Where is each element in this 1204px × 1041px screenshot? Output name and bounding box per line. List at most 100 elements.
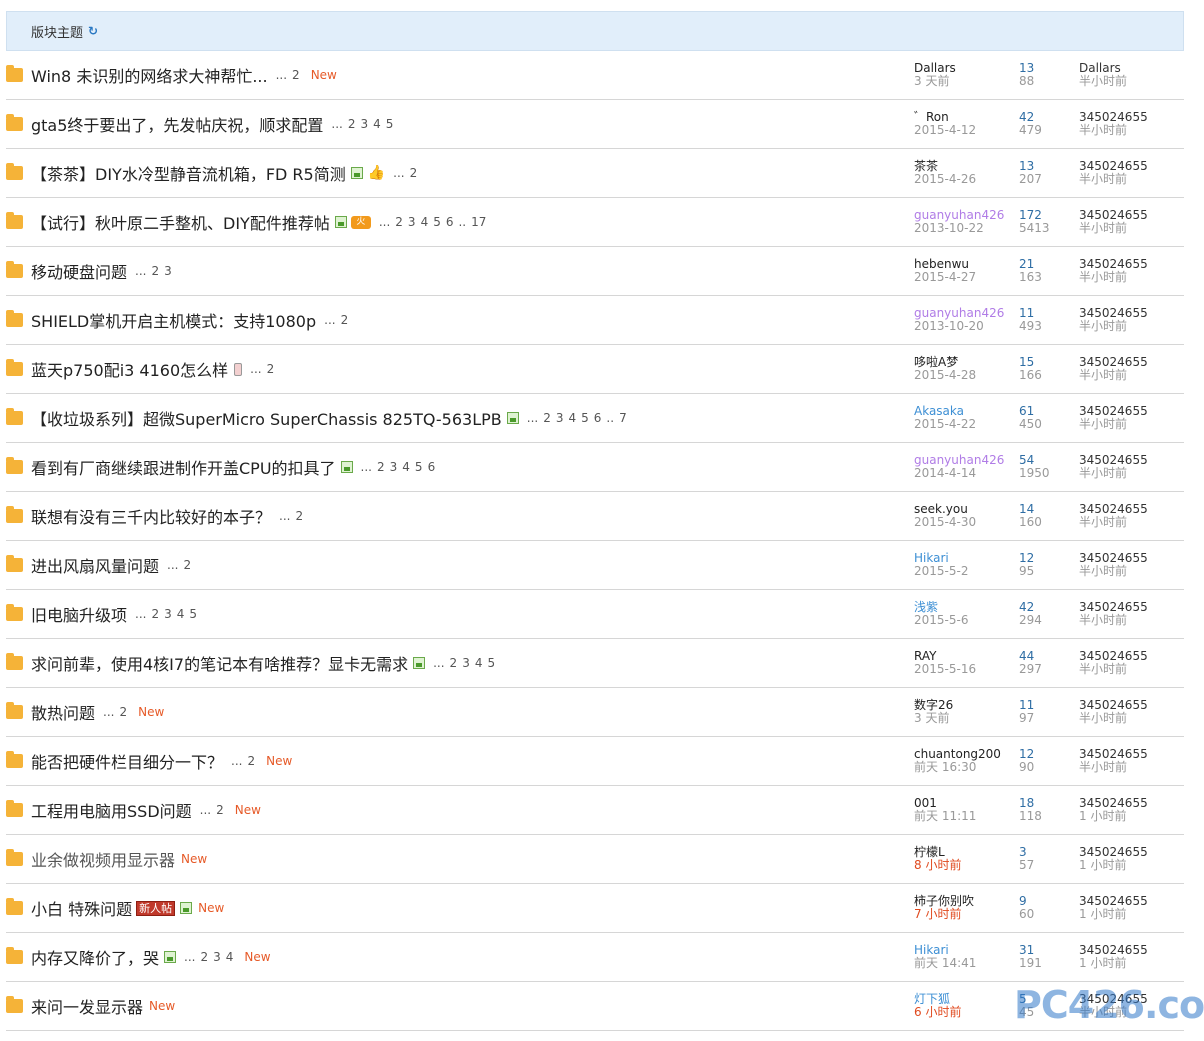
page-link[interactable]: 4 bbox=[475, 656, 483, 670]
last-post-time[interactable]: 1 小时前 bbox=[1079, 957, 1148, 970]
last-post-time[interactable]: 1 小时前 bbox=[1079, 908, 1148, 921]
thread-title-link[interactable]: 业余做视频用显示器 bbox=[31, 847, 175, 871]
page-link[interactable]: 7 bbox=[619, 411, 627, 425]
page-link[interactable]: 5 bbox=[581, 411, 589, 425]
page-link[interactable]: 3 bbox=[164, 607, 172, 621]
page-link[interactable]: 2 bbox=[395, 215, 403, 229]
page-link[interactable]: 4 bbox=[177, 607, 185, 621]
page-link[interactable]: 2 bbox=[267, 362, 275, 376]
last-post-time[interactable]: 半小时前 bbox=[1079, 271, 1148, 284]
page-link[interactable]: 2 bbox=[410, 166, 418, 180]
count-cell: 172 5413 bbox=[1019, 209, 1050, 235]
count-cell: 13 88 bbox=[1019, 62, 1034, 88]
thread-title-link[interactable]: 移动硬盘问题 bbox=[31, 259, 127, 283]
page-link[interactable]: 3 bbox=[390, 460, 398, 474]
refresh-icon[interactable]: ↻ bbox=[88, 24, 98, 38]
last-post-time[interactable]: 半小时前 bbox=[1079, 467, 1148, 480]
last-post-time[interactable]: 半小时前 bbox=[1079, 369, 1148, 382]
page-links: ... 2 3 bbox=[135, 264, 177, 278]
thread-title-link[interactable]: 旧电脑升级项 bbox=[31, 602, 127, 626]
thread-title-link[interactable]: 进出风扇风量问题 bbox=[31, 553, 159, 577]
last-post-time[interactable]: 半小时前 bbox=[1079, 663, 1148, 676]
page-link[interactable]: 4 bbox=[373, 117, 381, 131]
page-link[interactable]: 2 bbox=[543, 411, 551, 425]
thread-title-link[interactable]: 能否把硬件栏目细分一下？ bbox=[31, 749, 223, 773]
thread-title-link[interactable]: 蓝天p750配i3 4160怎么样 bbox=[31, 357, 228, 381]
post-date: 3 天前 bbox=[914, 711, 950, 725]
thread-title-link[interactable]: 【试行】秋叶原二手整机、DIY配件推荐帖 bbox=[31, 210, 330, 234]
last-post-time[interactable]: 半小时前 bbox=[1079, 418, 1148, 431]
thread-title-link[interactable]: 小白 特殊问题 bbox=[31, 896, 132, 920]
last-post-time[interactable]: 半小时前 bbox=[1079, 761, 1148, 774]
page-link[interactable]: 6 bbox=[594, 411, 602, 425]
thread-title-cell: 小白 特殊问题 新人帖 New bbox=[31, 884, 901, 932]
page-link[interactable]: 2 bbox=[450, 656, 458, 670]
page-link[interactable]: 6 bbox=[446, 215, 454, 229]
post-date: 8 小时前 bbox=[914, 858, 962, 872]
thread-title-link[interactable]: SHIELD掌机开启主机模式：支持1080p bbox=[31, 308, 316, 332]
page-link[interactable]: 3 bbox=[213, 950, 221, 964]
page-link[interactable]: 2 bbox=[292, 68, 300, 82]
page-link[interactable]: 4 bbox=[569, 411, 577, 425]
page-link[interactable]: 2 bbox=[341, 313, 349, 327]
folder-icon bbox=[6, 212, 23, 229]
page-links: ... 2 bbox=[324, 313, 353, 327]
count-cell: 3 57 bbox=[1019, 846, 1034, 872]
page-link[interactable]: 5 bbox=[433, 215, 441, 229]
page-link[interactable]: 2 bbox=[183, 558, 191, 572]
page-links: ... 2 bbox=[200, 803, 229, 817]
last-post-time[interactable]: 半小时前 bbox=[1079, 173, 1148, 186]
last-post-time[interactable]: 半小时前 bbox=[1079, 320, 1148, 333]
page-link[interactable]: 2 bbox=[247, 754, 255, 768]
new-badge: New bbox=[181, 852, 208, 866]
page-link[interactable]: 5 bbox=[415, 460, 423, 474]
page-link[interactable]: 2 bbox=[119, 705, 127, 719]
thread-title-link[interactable]: 联想有没有三千内比较好的本子？ bbox=[31, 504, 271, 528]
thread-title-link[interactable]: 求问前辈，使用4核I7的笔记本有啥推荐？显卡无需求 bbox=[31, 651, 408, 675]
thread-title-link[interactable]: 【收垃圾系列】超微SuperMicro SuperChassis 825TQ-5… bbox=[31, 406, 502, 430]
page-link[interactable]: 2 bbox=[151, 264, 159, 278]
thread-title-link[interactable]: 来问一发显示器 bbox=[31, 994, 143, 1018]
count-cell: 12 90 bbox=[1019, 748, 1034, 774]
last-post-time[interactable]: 半小时前 bbox=[1079, 124, 1148, 137]
table-row: 【收垃圾系列】超微SuperMicro SuperChassis 825TQ-5… bbox=[6, 394, 1184, 443]
thread-title-link[interactable]: 工程用电脑用SSD问题 bbox=[31, 798, 192, 822]
page-link[interactable]: 3 bbox=[408, 215, 416, 229]
thread-title-link[interactable]: 【茶茶】DIY水冷型静音流机箱，FD R5简测 bbox=[31, 161, 346, 185]
page-link[interactable]: 2 bbox=[151, 607, 159, 621]
last-post-time[interactable]: 1 小时前 bbox=[1079, 859, 1148, 872]
folder-icon bbox=[6, 114, 23, 131]
last-post-time[interactable]: 半小时前 bbox=[1079, 712, 1148, 725]
page-link[interactable]: 2 bbox=[377, 460, 385, 474]
page-link[interactable]: 4 bbox=[402, 460, 410, 474]
page-link[interactable]: 5 bbox=[386, 117, 394, 131]
page-link[interactable]: 3 bbox=[462, 656, 470, 670]
page-link[interactable]: 3 bbox=[556, 411, 564, 425]
page-link[interactable]: 3 bbox=[164, 264, 172, 278]
page-link[interactable]: 6 bbox=[428, 460, 436, 474]
page-link[interactable]: 2 bbox=[200, 950, 208, 964]
post-date: 2014-4-14 bbox=[914, 466, 977, 480]
last-post-time[interactable]: 半小时前 bbox=[1079, 516, 1148, 529]
page-link[interactable]: 17 bbox=[471, 215, 486, 229]
page-link[interactable]: 3 bbox=[361, 117, 369, 131]
last-post-time[interactable]: 半小时前 bbox=[1079, 75, 1127, 88]
page-link[interactable]: 2 bbox=[348, 117, 356, 131]
page-link[interactable]: 2 bbox=[216, 803, 224, 817]
thread-title-link[interactable]: gta5终于要出了，先发帖庆祝，顺求配置 bbox=[31, 112, 323, 136]
last-post-time[interactable]: 半小时前 bbox=[1079, 565, 1148, 578]
thread-title-link[interactable]: Win8 未识别的网络求大神帮忙... bbox=[31, 63, 268, 87]
page-link[interactable]: 5 bbox=[189, 607, 197, 621]
last-post-cell: 345024655 1 小时前 bbox=[1079, 846, 1148, 872]
page-link[interactable]: 4 bbox=[226, 950, 234, 964]
thread-title-link[interactable]: 散热问题 bbox=[31, 700, 95, 724]
page-link[interactable]: 4 bbox=[421, 215, 429, 229]
last-post-time[interactable]: 半小时前 bbox=[1079, 222, 1148, 235]
thread-title-link[interactable]: 看到有厂商继续跟进制作开盖CPU的扣具了 bbox=[31, 455, 336, 479]
page-link[interactable]: 5 bbox=[487, 656, 495, 670]
last-post-time[interactable]: 1 小时前 bbox=[1079, 810, 1148, 823]
last-post-time[interactable]: 半小时前 bbox=[1079, 614, 1148, 627]
thread-title-cell: 蓝天p750配i3 4160怎么样... 2 bbox=[31, 345, 901, 393]
page-link[interactable]: 2 bbox=[295, 509, 303, 523]
thread-title-link[interactable]: 内存又降价了，哭 bbox=[31, 945, 159, 969]
